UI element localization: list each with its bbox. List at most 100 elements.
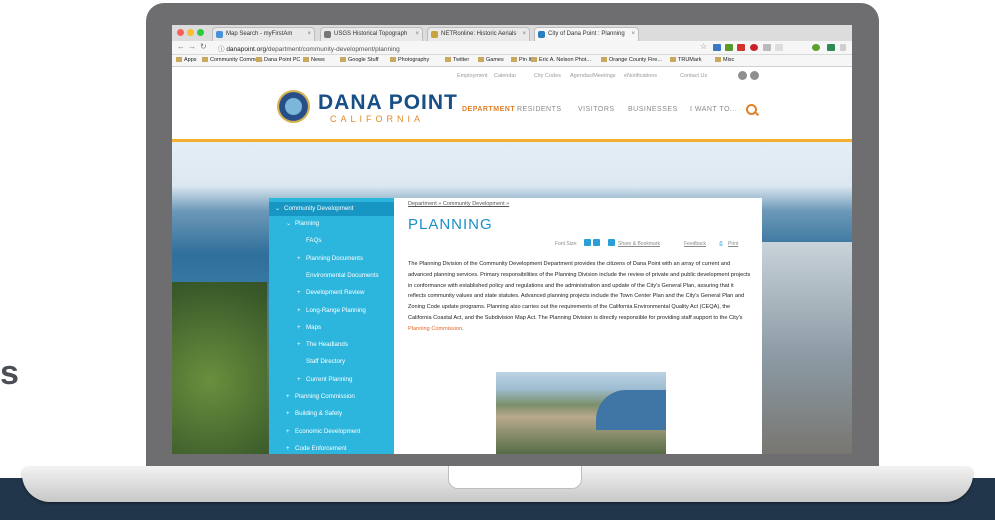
utility-link[interactable]: Employment xyxy=(457,73,488,79)
print-icon[interactable]: ⎙ xyxy=(719,241,723,247)
main-nav-item[interactable]: DEPARTMENT xyxy=(462,106,515,113)
utility-link[interactable]: City Codes xyxy=(534,73,561,79)
bookmark-folder-icon xyxy=(670,57,676,63)
bookmark-item[interactable]: Eric A. Nelson Phot... xyxy=(531,57,591,63)
utility-link[interactable]: Agendas/Meetings xyxy=(570,73,616,79)
utility-link[interactable]: Calendar xyxy=(494,73,516,79)
sidebar-item-label: The Headlands xyxy=(306,341,348,349)
font-decrease-button[interactable] xyxy=(593,239,600,246)
sidebar-item[interactable]: ⌄ Community Development xyxy=(269,202,400,216)
bookmark-star-icon[interactable]: ☆ xyxy=(700,42,707,51)
bookmarks-bar: Apps Community Commo... Dana Point PC News G… xyxy=(172,55,852,67)
bookmark-item[interactable]: Games xyxy=(478,57,504,63)
pinterest-icon[interactable] xyxy=(750,44,758,51)
share-bookmark-link[interactable]: Share & Bookmark xyxy=(618,241,660,247)
city-seal-logo[interactable] xyxy=(277,90,310,123)
close-window-icon[interactable] xyxy=(177,29,184,36)
utility-link[interactable]: Contact Us xyxy=(680,73,707,79)
sidebar-item-label: Planning Commission xyxy=(295,393,355,400)
font-increase-button[interactable] xyxy=(584,239,591,246)
browser-tab[interactable]: City of Dana Point : Planning × xyxy=(534,27,639,41)
laptop-notch xyxy=(448,466,582,489)
sidebar-item[interactable]: + Economic Development xyxy=(269,428,411,435)
hero-buildings xyxy=(762,242,852,454)
main-content: Department » Community Development » PLA… xyxy=(394,198,762,454)
tab-close-icon[interactable]: × xyxy=(307,28,311,41)
page-title: PLANNING xyxy=(408,216,493,233)
zoom-window-icon[interactable] xyxy=(197,29,204,36)
feedback-link[interactable]: Feedback xyxy=(684,241,706,247)
bookmark-item[interactable]: News xyxy=(303,57,325,63)
bookmark-item[interactable]: Dana Point PC xyxy=(256,57,300,63)
menu-icon[interactable] xyxy=(840,44,846,51)
sidebar-item-prefix-icon: ⌄ xyxy=(275,205,281,212)
bookmark-item[interactable]: Community Commo... xyxy=(202,57,263,63)
reload-icon[interactable]: ↻ xyxy=(200,42,207,51)
bookmark-folder-icon xyxy=(478,57,484,63)
bookmark-folder-icon xyxy=(531,57,537,63)
brand-subtitle: CALIFORNIA xyxy=(330,114,425,124)
bookmark-item[interactable]: Misc xyxy=(715,57,734,63)
browser-address-bar: ← → ↻ ⓘ danapoint.org/department/communi… xyxy=(172,41,852,55)
planning-commission-link[interactable]: Planning Commission xyxy=(408,326,462,332)
search-icon[interactable] xyxy=(746,104,757,115)
bookmark-item[interactable]: Google Stuff xyxy=(340,57,378,63)
bookmark-item[interactable]: Apps xyxy=(176,57,197,63)
main-nav-item[interactable]: RESIDENTS xyxy=(517,106,562,113)
bookmark-folder-icon xyxy=(715,57,721,63)
font-size-label: Font Size: xyxy=(555,241,578,247)
bookmark-item[interactable]: Pin It xyxy=(511,57,532,63)
extension-icon-6[interactable] xyxy=(775,44,783,51)
browser-tab[interactable]: NETRonline: Historic Aerials × xyxy=(427,27,530,41)
url-field[interactable]: ⓘ danapoint.org/department/community-dev… xyxy=(218,43,400,53)
extension-icon-8[interactable] xyxy=(827,44,835,51)
social-icon[interactable] xyxy=(750,71,759,80)
bookmark-item[interactable]: Twitter xyxy=(445,57,469,63)
extension-icon-5[interactable] xyxy=(763,44,771,51)
bookmark-folder-icon xyxy=(445,57,451,63)
utility-link[interactable]: eNotifications xyxy=(624,73,657,79)
tab-favicon-icon xyxy=(431,31,438,38)
sidebar-item[interactable]: + Building & Safety xyxy=(269,410,411,417)
bookmark-item[interactable]: TRUMark xyxy=(670,57,702,63)
sidebar-item-label: Code Enforcement xyxy=(295,444,347,452)
bookmark-item[interactable]: Orange County Fire... xyxy=(601,57,662,63)
aerial-photo xyxy=(496,372,666,454)
extension-icon-7[interactable] xyxy=(812,44,820,51)
browser-tab[interactable]: Map Search - myFirstAm × xyxy=(212,27,315,41)
brand-name[interactable]: DANA POINT xyxy=(318,91,458,115)
bookmark-label: Eric A. Nelson Phot... xyxy=(539,57,591,63)
tab-close-icon[interactable]: × xyxy=(415,28,419,41)
main-nav-item[interactable]: VISITORS xyxy=(578,106,615,113)
bookmark-item[interactable]: Photography xyxy=(390,57,429,63)
tab-close-icon[interactable]: × xyxy=(522,28,526,41)
sidebar-item[interactable]: + Planning Commission xyxy=(269,393,411,400)
share-icon[interactable] xyxy=(608,239,615,246)
main-nav-item[interactable]: BUSINESSES xyxy=(628,106,678,113)
bookmark-label: Twitter xyxy=(453,57,470,63)
back-icon[interactable]: ← xyxy=(177,42,185,51)
sidebar-item-label: Long-Range Planning xyxy=(306,306,366,314)
browser-tab[interactable]: USGS Historical Topograph × xyxy=(320,27,423,41)
hero-foliage xyxy=(172,282,267,454)
sidebar-nav: ⌄ Community Development ⌄ Planning FAQs + Plan… xyxy=(269,198,400,454)
sidebar-item-prefix-icon: + xyxy=(297,254,301,262)
forward-icon[interactable]: → xyxy=(188,42,196,51)
extension-icon-1[interactable] xyxy=(713,44,721,51)
bookmark-folder-icon xyxy=(176,57,182,63)
tab-close-icon[interactable]: × xyxy=(631,28,635,41)
bookmark-label: News xyxy=(311,57,325,63)
breadcrumb[interactable]: Department » Community Development » xyxy=(408,201,509,207)
minimize-window-icon[interactable] xyxy=(187,29,194,36)
instagram-icon[interactable] xyxy=(738,71,747,80)
bookmark-label: TRUMark xyxy=(678,57,702,63)
print-link[interactable]: Print xyxy=(728,241,738,247)
sidebar-item-label: Environmental Documents xyxy=(306,271,379,279)
extension-icon-3[interactable] xyxy=(737,44,745,51)
sidebar-item[interactable]: + Code Enforcement xyxy=(269,445,411,452)
body-text: The Planning Division of the Community D… xyxy=(408,259,753,335)
main-nav-item[interactable]: I WANT TO... xyxy=(690,106,737,113)
browser-tab-bar: Map Search - myFirstAm × USGS Historical T… xyxy=(172,25,852,41)
sidebar-item[interactable]: ⌄ Planning xyxy=(269,220,411,227)
extension-icon-2[interactable] xyxy=(725,44,733,51)
